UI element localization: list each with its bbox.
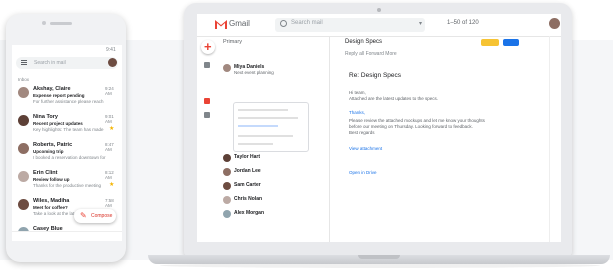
email-snippet: I booked a reservation downtown for <box>33 155 106 160</box>
avatar <box>18 171 29 182</box>
email-subject: Next event planning <box>234 70 274 75</box>
account-avatar[interactable] <box>108 58 117 67</box>
menu-icon[interactable] <box>21 62 27 63</box>
list-header: Primary <box>223 39 242 45</box>
star-icon[interactable]: ★ <box>109 125 114 132</box>
avatar <box>223 168 231 176</box>
star-icon[interactable]: ★ <box>109 181 114 188</box>
app-name: Gmail <box>229 19 250 28</box>
list-item[interactable]: Alex Morgan <box>223 210 325 224</box>
laptop-camera <box>377 8 381 12</box>
search-options-icon[interactable]: ▾ <box>419 20 422 27</box>
list-item[interactable]: Akshay, Claire 9:24 AM Expense report pe… <box>16 85 120 111</box>
sender-name: Akshay, Claire <box>33 86 71 92</box>
bottom-nav <box>12 231 122 241</box>
email-subject: Meet for coffee? <box>33 205 68 210</box>
sender-name: Erin Clint <box>33 170 58 176</box>
email-subject: Upcoming trip <box>33 149 64 154</box>
email-time: 8:12 AM <box>105 170 114 180</box>
label-icon[interactable] <box>204 98 210 104</box>
avatar <box>18 115 29 126</box>
avatar <box>223 154 231 162</box>
sender-name: Chris Nolan <box>234 196 263 202</box>
list-item[interactable]: Roberts, Patric 8:47 AM Upcoming trip I … <box>16 141 120 167</box>
attachment-link[interactable]: View attachment <box>349 146 382 151</box>
sender-name: Roberts, Patric <box>33 142 73 148</box>
avatar <box>223 182 231 190</box>
label-chip[interactable] <box>481 39 499 46</box>
folder-icon[interactable] <box>204 112 210 118</box>
sender-name: Alex Morgan <box>234 210 265 216</box>
phone-screen: 9:41 Search in mail Inbox Akshay, Claire… <box>12 45 122 241</box>
search-icon[interactable] <box>280 20 287 27</box>
list-item[interactable]: Miya Daniels Next event planning <box>223 64 325 100</box>
attachment-card[interactable] <box>233 102 309 152</box>
email-subject: Recent project updates <box>33 121 83 126</box>
compose-plus-icon: + <box>204 39 212 54</box>
message-line: Best regards <box>349 130 375 135</box>
drive-link[interactable]: Open in Drive <box>349 170 377 175</box>
search-placeholder: Search mail <box>291 20 323 26</box>
compose-button[interactable]: ✎ Compose <box>74 209 116 223</box>
avatar <box>223 64 231 72</box>
list-item[interactable]: Erin Clint 8:12 AM Review follow up Than… <box>16 169 120 195</box>
compose-label: Compose <box>91 213 113 219</box>
pencil-icon: ✎ <box>80 211 87 220</box>
email-subject: Expense report pending <box>33 93 85 98</box>
message-line: Please review the attached mockups and l… <box>349 118 485 123</box>
message-toolbar[interactable]: Reply all Forward More <box>345 51 397 57</box>
toolbar-status: 1–50 of 120 <box>447 20 479 26</box>
email-snippet: For further assistance please reach <box>33 99 104 104</box>
email-time: 9:01 AM <box>105 114 114 124</box>
search-bar[interactable] <box>16 57 118 69</box>
side-panel <box>549 36 561 242</box>
sender-name: Nina Tory <box>33 114 58 120</box>
phone-camera <box>42 21 46 25</box>
email-time: 8:47 AM <box>105 142 114 152</box>
gmail-logo-icon[interactable] <box>215 20 227 29</box>
laptop-screen: Gmail Search mail ▾ 1–50 of 120 + Primar… <box>197 14 561 242</box>
email-subject: Review follow up <box>33 177 70 182</box>
email-snippet: Thanks for the productive meeting <box>33 183 102 188</box>
list-item[interactable]: Taylor Hart <box>223 154 325 168</box>
message-title: Design Specs <box>345 39 383 45</box>
sender-name: Wiles, Madiha <box>33 198 70 204</box>
search-placeholder: Search in mail <box>34 60 66 66</box>
avatar <box>223 210 231 218</box>
email-snippet: Key highlights: The team has made <box>33 127 104 132</box>
list-item[interactable]: Jordan Lee <box>223 168 325 182</box>
list-item[interactable]: Nina Tory 9:01 AM Recent project updates… <box>16 113 120 139</box>
email-time: 9:24 AM <box>105 86 114 96</box>
inbox-icon[interactable] <box>204 62 210 68</box>
message-line: before our meeting on Thursday. Looking … <box>349 124 473 129</box>
sender-name: Taylor Hart <box>234 154 261 160</box>
message-heading: Re: Design Specs <box>349 72 402 79</box>
list-item[interactable]: Sam Carter <box>223 182 325 196</box>
account-avatar[interactable] <box>549 18 560 29</box>
open-button[interactable] <box>503 39 519 46</box>
avatar <box>223 196 231 204</box>
avatar <box>18 199 29 210</box>
message-line: Thanks, <box>349 110 366 115</box>
message-line: Attached are the latest updates to the s… <box>349 96 439 101</box>
list-item[interactable]: Chris Nolan <box>223 196 325 210</box>
sender-name: Sam Carter <box>234 182 261 188</box>
email-time: 7:58 AM <box>105 198 114 208</box>
sender-name: Jordan Lee <box>234 168 261 174</box>
status-time: 9:41 <box>106 47 116 53</box>
avatar <box>18 87 29 98</box>
laptop-notch <box>358 255 400 259</box>
avatar <box>18 143 29 154</box>
phone-speaker <box>50 22 72 25</box>
section-label: Inbox <box>18 77 30 82</box>
message-line: Hi team, <box>349 90 366 95</box>
